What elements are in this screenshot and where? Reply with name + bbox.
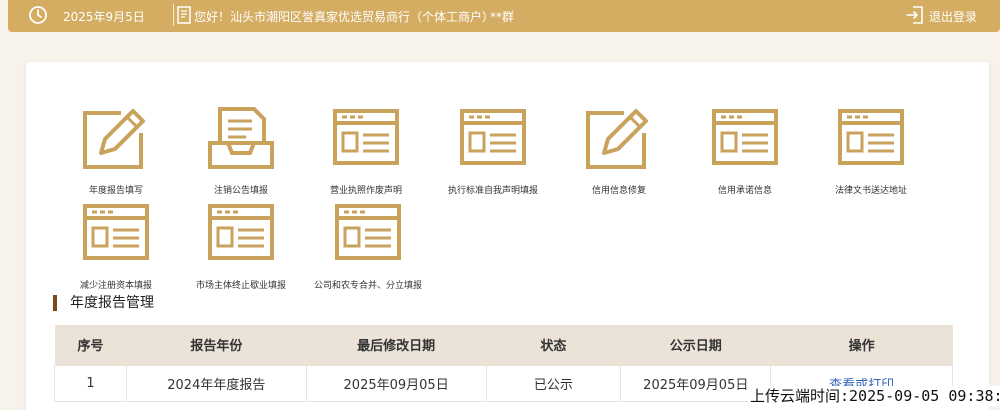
- column-header: 序号: [54, 325, 127, 365]
- divider: [173, 4, 174, 26]
- logout-button[interactable]: 退出登录: [929, 8, 977, 25]
- cell-last-modified: 2025年09月05日: [305, 364, 487, 402]
- top-bar: 2025年9月5日 您好！汕头市潮阳区誉真家优选贸易商行（个体工商户） **群 …: [8, 0, 1000, 32]
- upload-timestamp: 上传云端时间:2025-09-05 09:38:45: [748, 386, 1000, 406]
- tile-capital-reduction[interactable]: 减少注册资本填报: [51, 200, 181, 291]
- greeting-text: 您好！汕头市潮阳区誉真家优选贸易商行（个体工商户）: [194, 10, 495, 24]
- tile-label: 法律文书送达地址: [834, 186, 907, 196]
- tile-label: 年度报告填写: [88, 186, 143, 196]
- tile-deregistration-notice[interactable]: 注销公告填报: [176, 105, 306, 196]
- table-header-row: 序号 报告年份 最后修改日期 状态 公示日期 操作: [54, 325, 953, 365]
- tile-label: 减少注册资本填报: [79, 281, 152, 291]
- document-icon: [177, 6, 191, 24]
- tile-legal-document-address[interactable]: 法律文书送达地址: [806, 105, 936, 196]
- cell-report-year: 2024年年度报告: [125, 364, 307, 402]
- tile-label: 信用信息修复: [591, 186, 646, 196]
- form-icon: [83, 204, 149, 260]
- cell-status: 已公示: [485, 364, 622, 402]
- tile-merger-split[interactable]: 公司和农专合并、分立填报: [303, 200, 433, 291]
- form-icon: [335, 204, 401, 260]
- tile-label: 注销公告填报: [213, 186, 268, 196]
- tile-standard-self-declaration[interactable]: 执行标准自我声明填报: [428, 105, 558, 196]
- user-name: **群: [490, 10, 515, 24]
- tile-label: 营业执照作废声明: [329, 186, 402, 196]
- column-header: 公示日期: [620, 325, 771, 365]
- tile-label: 信用承诺信息: [717, 186, 772, 196]
- tile-label: 公司和农专合并、分立填报: [313, 281, 422, 291]
- inbox-icon: [208, 107, 274, 169]
- current-date: 2025年9月5日: [63, 10, 145, 24]
- column-header: 报告年份: [126, 325, 307, 365]
- form-icon: [712, 109, 778, 165]
- tile-annual-report-fill[interactable]: 年度报告填写: [51, 105, 181, 196]
- logout-icon[interactable]: [905, 5, 925, 25]
- form-icon: [333, 109, 399, 165]
- form-icon: [208, 204, 274, 260]
- edit-icon: [83, 109, 145, 169]
- tile-label: 执行标准自我声明填报: [447, 186, 538, 196]
- tile-credit-repair[interactable]: 信用信息修复: [554, 105, 684, 196]
- tile-license-void-statement[interactable]: 营业执照作废声明: [301, 105, 431, 196]
- section-title: 年度报告管理: [53, 295, 154, 311]
- form-icon: [460, 109, 526, 165]
- edit-icon: [586, 109, 648, 169]
- column-header: 最后修改日期: [306, 325, 487, 365]
- cell-index: 1: [54, 364, 127, 402]
- column-header: 状态: [486, 325, 621, 365]
- column-header: 操作: [770, 325, 953, 365]
- clock-icon: [29, 6, 47, 24]
- tile-business-suspension[interactable]: 市场主体终止歇业填报: [176, 200, 306, 291]
- tile-label: 市场主体终止歇业填报: [195, 281, 286, 291]
- tile-credit-commitment[interactable]: 信用承诺信息: [680, 105, 810, 196]
- form-icon: [838, 109, 904, 165]
